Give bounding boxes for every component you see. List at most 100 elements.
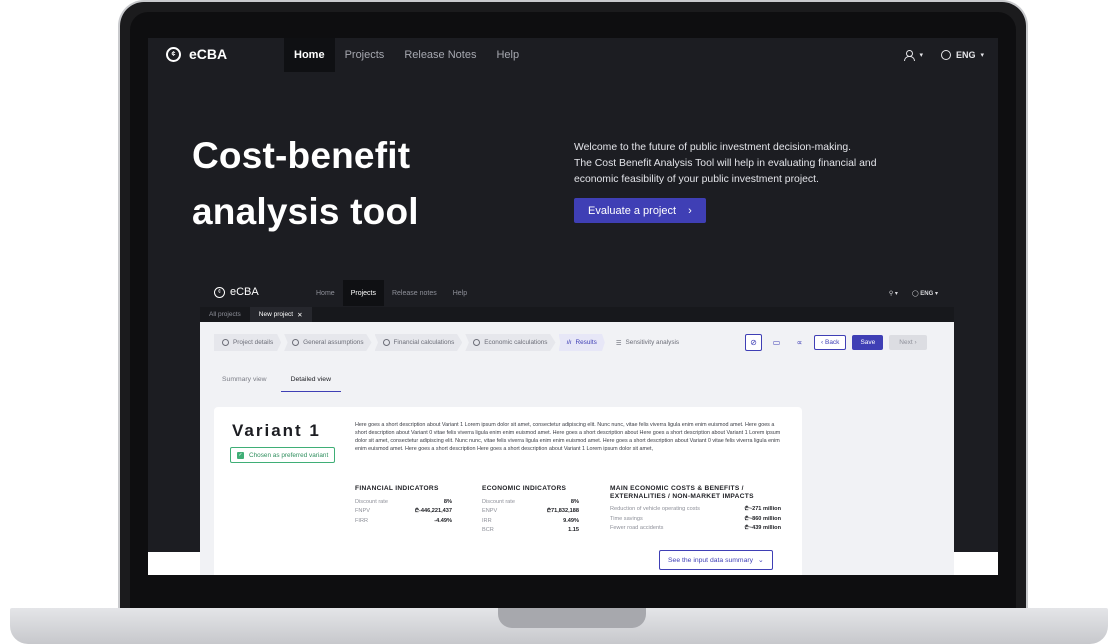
preferred-variant-label: Chosen as preferred variant xyxy=(249,451,329,459)
impacts-heading-line2: EXTERNALITIES / NON-MARKET IMPACTS xyxy=(610,492,754,500)
document-icon xyxy=(222,339,229,346)
indicator-row: FIRR -4.49% xyxy=(355,517,452,527)
preview-nav-help[interactable]: Help xyxy=(445,280,475,306)
cta-label: Evaluate a project xyxy=(588,204,677,217)
file-icon: ▭ xyxy=(772,338,781,347)
preview-user-menu[interactable]: ⚲ ▾ xyxy=(889,290,898,297)
screen: ¢ eCBA Home Projects Release Notes Help … xyxy=(148,38,998,575)
step-general-assumptions[interactable]: General assumptions xyxy=(284,334,372,351)
nav-projects[interactable]: Projects xyxy=(335,38,395,72)
hero-description: Welcome to the future of public investme… xyxy=(574,140,914,188)
step-results[interactable]: ılı Results xyxy=(558,334,605,351)
nav-help[interactable]: Help xyxy=(486,38,529,72)
language-menu[interactable]: ENG ▾ xyxy=(940,50,984,60)
indicator-row: BCR 1.15 xyxy=(482,526,579,536)
user-icon xyxy=(904,49,916,61)
hero-title-line2: analysis tool xyxy=(192,191,419,232)
step-financial-calculations[interactable]: Financial calculations xyxy=(374,334,463,351)
preview-nav-links: Home Projects Release notes Help xyxy=(308,280,475,306)
preview-logo-text: eCBA xyxy=(230,286,259,298)
share-button[interactable]: ∝ xyxy=(791,334,808,351)
indicator-row: IRR 9.49% xyxy=(482,517,579,527)
indicator-value: 1.15 xyxy=(568,527,579,533)
preview-toolbar: ⊘ ▭ ∝ ‹ Back Save Next › xyxy=(745,334,927,351)
evaluate-project-button[interactable]: Evaluate a project › xyxy=(574,198,706,223)
nav-home[interactable]: Home xyxy=(284,38,335,72)
see-input-summary-button[interactable]: See the input data summary ⌄ xyxy=(659,550,773,570)
tab-summary-view[interactable]: Summary view xyxy=(212,372,277,392)
indicator-row: ENPV ₾71,832,188 xyxy=(482,507,579,517)
preview-nav-release-notes[interactable]: Release notes xyxy=(384,280,445,306)
impact-key: Time savings xyxy=(610,515,643,522)
chevron-down-icon: ⌄ xyxy=(758,557,764,564)
impacts-heading-line1: MAIN ECONOMIC COSTS & BENEFITS / xyxy=(610,485,744,492)
step-project-details[interactable]: Project details xyxy=(214,334,282,351)
hero-text-line3: economic feasibility of your public inve… xyxy=(574,174,819,185)
indicator-value: ₾-446,221,437 xyxy=(414,508,452,514)
save-button[interactable]: Save xyxy=(852,335,884,350)
logo-mark-icon: ¢ xyxy=(166,46,181,62)
globe-icon xyxy=(940,50,951,60)
variant-description: Here goes a short description about Vari… xyxy=(355,422,781,452)
impact-value: ₾~860 million xyxy=(744,515,782,522)
indicator-key: FNPV xyxy=(355,508,370,514)
indicator-row: Discount rate 8% xyxy=(355,498,452,508)
indicator-value: 9.49% xyxy=(563,517,579,524)
user-menu[interactable]: ▾ xyxy=(904,49,923,61)
hero-text-line2: The Cost Benefit Analysis Tool will help… xyxy=(574,158,877,169)
coin-icon xyxy=(382,339,390,346)
economic-indicators: ECONOMIC INDICATORS Discount rate 8% ENPV… xyxy=(482,485,579,536)
indicator-key: FIRR xyxy=(355,517,369,524)
step-label: Project details xyxy=(233,339,274,346)
preview-nav-projects[interactable]: Projects xyxy=(342,280,384,306)
tab-detailed-view[interactable]: Detailed view xyxy=(280,372,342,392)
preferred-variant-checkbox[interactable]: ✓ Chosen as preferred variant xyxy=(230,447,336,463)
step-label: Economic calculations xyxy=(484,339,548,346)
step-economic-calculations[interactable]: Economic calculations xyxy=(465,334,556,351)
preview-logo: ¢ eCBA xyxy=(214,286,259,298)
next-label: Next xyxy=(899,339,913,346)
export-button[interactable]: ▭ xyxy=(768,334,785,351)
step-label: General assumptions xyxy=(303,339,364,346)
tab-new-project[interactable]: New project ✕ xyxy=(249,307,312,322)
indicator-value: 8% xyxy=(443,498,452,505)
tab-all-projects[interactable]: All projects xyxy=(200,307,250,322)
economic-impacts: MAIN ECONOMIC COSTS & BENEFITS / EXTERNA… xyxy=(610,485,781,534)
indicator-key: IRR xyxy=(482,517,492,524)
step-sensitivity-analysis[interactable]: ☰ Sensitivity analysis xyxy=(608,334,687,351)
back-button[interactable]: ‹ Back xyxy=(814,335,847,350)
indicator-value: ₾71,832,188 xyxy=(546,508,579,514)
bar-chart-icon: ılı xyxy=(566,339,572,346)
share-icon: ∝ xyxy=(796,338,803,347)
preview-nav: ¢ eCBA Home Projects Release notes Help … xyxy=(200,280,954,306)
preview-nav-home[interactable]: Home xyxy=(308,280,343,306)
impact-key: Fewer road accidents xyxy=(610,525,664,531)
back-label: Back xyxy=(824,339,840,346)
preview-left-gutter-bottom xyxy=(148,552,200,575)
impact-row: Time savings ₾~860 million xyxy=(610,515,781,525)
language-label: ENG xyxy=(955,50,976,60)
preview-right-gutter xyxy=(954,552,998,575)
checkmark-icon: ✓ xyxy=(237,451,244,459)
nav-release-notes[interactable]: Release Notes xyxy=(394,38,486,72)
chevron-down-icon: ▾ xyxy=(919,52,923,59)
chevron-down-icon: ▾ xyxy=(980,52,984,59)
indicator-key: Discount rate xyxy=(355,498,388,505)
close-icon[interactable]: ✕ xyxy=(297,311,302,319)
hero-title: Cost-benefit analysis tool xyxy=(192,128,419,240)
step-progress: Project details General assumptions Fina… xyxy=(214,334,687,351)
attachment-button[interactable]: ⊘ xyxy=(745,334,762,351)
indicator-key: Discount rate xyxy=(482,498,515,505)
next-button[interactable]: Next › xyxy=(889,335,927,350)
variant-card: Variant 1 ✓ Chosen as preferred variant … xyxy=(214,407,802,575)
indicator-row: Discount rate 8% xyxy=(482,498,579,508)
preview-language-label: ENG xyxy=(920,290,934,297)
indicator-key: BCR xyxy=(482,527,494,533)
preview-language-menu[interactable]: ◯ ENG ▾ xyxy=(912,290,938,297)
hero-title-line1: Cost-benefit xyxy=(192,135,411,176)
financial-indicators: FINANCIAL INDICATORS Discount rate 8% FNP… xyxy=(355,485,452,526)
logo-mark-icon: ¢ xyxy=(214,286,225,298)
economic-indicators-heading: ECONOMIC INDICATORS xyxy=(482,485,567,492)
impacts-heading: MAIN ECONOMIC COSTS & BENEFITS / EXTERNA… xyxy=(610,485,781,500)
app-logo[interactable]: ¢ eCBA xyxy=(166,46,227,62)
